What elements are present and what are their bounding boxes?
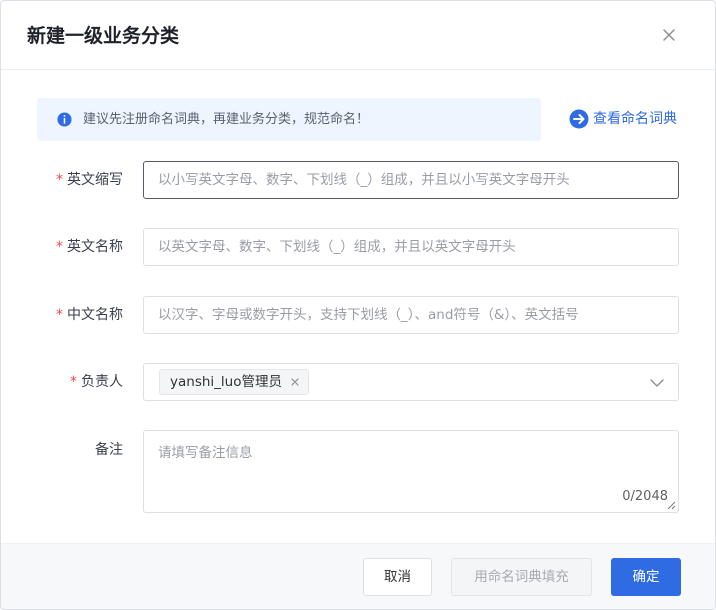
chevron-down-icon <box>650 379 664 387</box>
owner-label: * 负责人 <box>1 372 123 392</box>
fill-from-dictionary-button[interactable]: 用命名词典填充 <box>451 558 592 596</box>
owner-tag-label: yanshi_luo管理员 <box>170 374 282 390</box>
confirm-button[interactable]: 确定 <box>611 558 681 596</box>
remark-char-counter: 0/2048 <box>622 489 668 504</box>
remark-label: 备注 <box>1 440 123 460</box>
required-mark: * <box>56 172 63 188</box>
close-icon <box>663 29 675 41</box>
arrow-right-circle-icon <box>569 109 589 129</box>
info-icon <box>57 112 72 127</box>
required-mark: * <box>56 307 63 323</box>
english-abbr-field <box>143 161 679 199</box>
english-abbr-input[interactable] <box>144 162 678 198</box>
new-business-category-dialog: 新建一级业务分类 建议先注册命名词典，再建业务分类，规范命名！ 查看命名词典 *… <box>0 0 716 610</box>
tip-text: 建议先注册命名词典，再建业务分类，规范命名！ <box>83 112 370 127</box>
remark-label-text: 备注 <box>95 442 123 458</box>
required-mark: * <box>70 374 77 390</box>
english-name-label-text: 英文名称 <box>67 239 123 255</box>
resize-handle-icon[interactable] <box>666 500 676 510</box>
english-name-label: * 英文名称 <box>1 237 123 257</box>
remark-textarea[interactable] <box>144 431 678 512</box>
close-button[interactable] <box>659 25 679 45</box>
required-mark: * <box>56 239 63 255</box>
chinese-name-label-text: 中文名称 <box>67 307 123 323</box>
tip-banner: 建议先注册命名词典，再建业务分类，规范命名！ <box>37 98 541 141</box>
owner-select[interactable]: yanshi_luo管理员 <box>143 363 679 401</box>
english-abbr-label: * 英文缩写 <box>1 170 123 190</box>
chinese-name-label: * 中文名称 <box>1 305 123 325</box>
view-naming-dictionary-link[interactable]: 查看命名词典 <box>569 108 677 130</box>
english-name-input[interactable] <box>144 229 678 265</box>
english-abbr-label-text: 英文缩写 <box>67 172 123 188</box>
dialog-title: 新建一级业务分类 <box>27 25 180 47</box>
owner-tag: yanshi_luo管理员 <box>159 369 309 395</box>
owner-label-text: 负责人 <box>81 374 123 390</box>
chinese-name-input[interactable] <box>144 297 678 333</box>
cancel-button[interactable]: 取消 <box>363 558 432 596</box>
close-icon[interactable] <box>290 377 300 387</box>
view-naming-dictionary-label: 查看命名词典 <box>593 111 677 127</box>
chinese-name-field <box>143 296 679 334</box>
dialog-footer: 取消 用命名词典填充 确定 <box>1 543 715 609</box>
dialog-header: 新建一级业务分类 <box>1 1 715 70</box>
remark-field: 0/2048 <box>143 430 679 513</box>
english-name-field <box>143 228 679 266</box>
